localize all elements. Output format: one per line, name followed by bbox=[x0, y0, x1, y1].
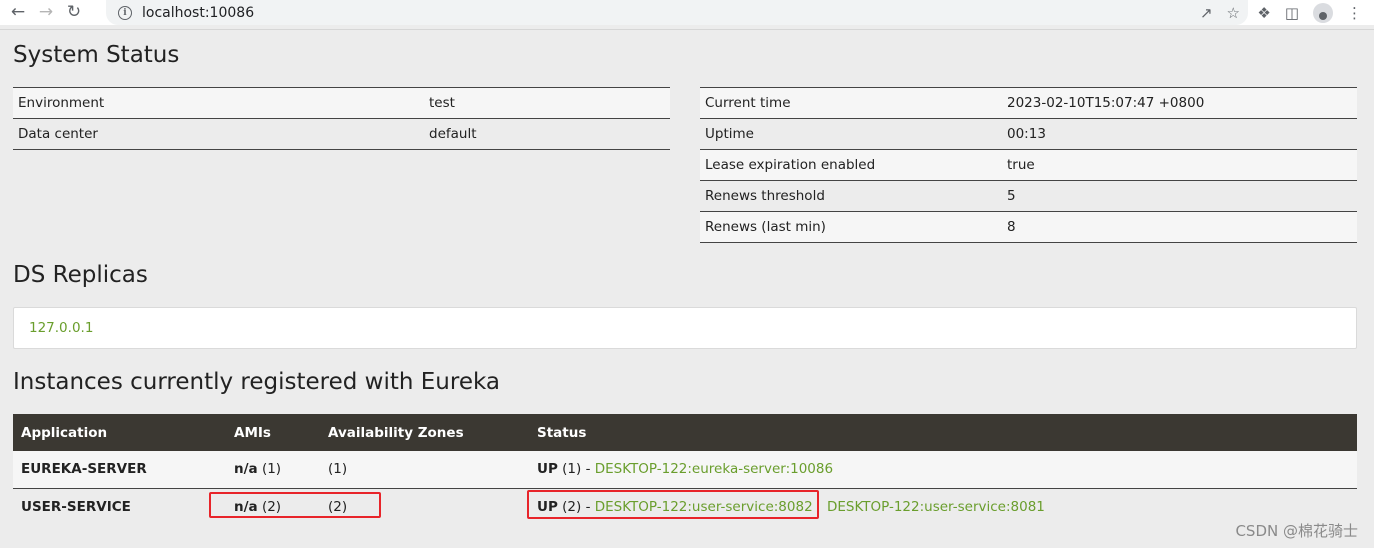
back-arrow-icon[interactable]: ← bbox=[4, 0, 32, 25]
status-up: UP bbox=[537, 461, 558, 478]
instance-link[interactable]: DESKTOP-122:user-service:8082 bbox=[595, 499, 813, 515]
table-row: Lease expiration enabled true bbox=[700, 149, 1357, 181]
site-info-icon[interactable]: i bbox=[118, 5, 132, 20]
current-time-label: Current time bbox=[700, 87, 1002, 119]
col-availability-zones: Availability Zones bbox=[320, 414, 529, 451]
replica-link[interactable]: 127.0.0.1 bbox=[29, 320, 93, 336]
csdn-watermark: CSDN @棉花骑士 bbox=[1235, 522, 1358, 540]
renews-last-min-value: 8 bbox=[1002, 211, 1357, 243]
bookmark-star-icon[interactable]: ☆ bbox=[1227, 4, 1240, 22]
menu-kebab-icon[interactable]: ⋮ bbox=[1347, 4, 1362, 22]
share-icon[interactable]: ↗ bbox=[1200, 4, 1213, 22]
col-amis: AMIs bbox=[226, 414, 320, 451]
system-status-right-table: Current time 2023-02-10T15:07:47 +0800 U… bbox=[700, 87, 1357, 243]
address-bar[interactable]: i localhost:10086 ↗ ☆ bbox=[106, 0, 1248, 25]
ds-replicas-list: 127.0.0.1 bbox=[13, 307, 1357, 349]
lease-expiration-label: Lease expiration enabled bbox=[700, 149, 1002, 181]
renews-threshold-label: Renews threshold bbox=[700, 180, 1002, 212]
instances-heading: Instances currently registered with Eure… bbox=[13, 369, 500, 395]
system-status-heading: System Status bbox=[13, 42, 180, 68]
renews-last-min-label: Renews (last min) bbox=[700, 211, 1002, 243]
table-row: Data center default bbox=[13, 118, 670, 150]
eureka-dashboard: System Status Environment test Data cent… bbox=[0, 30, 1374, 548]
application-name: USER-SERVICE bbox=[21, 498, 131, 515]
data-center-value: default bbox=[424, 118, 670, 150]
profile-avatar-icon[interactable] bbox=[1313, 2, 1333, 23]
instances-table: Application AMIs Availability Zones Stat… bbox=[13, 414, 1357, 525]
environment-value: test bbox=[424, 87, 670, 119]
amis-count: (2) bbox=[257, 498, 282, 515]
address-url[interactable]: localhost:10086 bbox=[142, 5, 254, 21]
table-row: Current time 2023-02-10T15:07:47 +0800 bbox=[700, 87, 1357, 119]
browser-toolbar: ← → ↻ i localhost:10086 ↗ ☆ ❖ ◫ ⋮ bbox=[0, 0, 1374, 25]
system-status-left-table: Environment test Data center default bbox=[13, 87, 670, 150]
data-center-label: Data center bbox=[13, 118, 424, 150]
lease-expiration-value: true bbox=[1002, 149, 1357, 181]
zones-value: (1) bbox=[320, 451, 529, 489]
ds-replicas-heading: DS Replicas bbox=[13, 262, 148, 288]
uptime-value: 00:13 bbox=[1002, 118, 1357, 150]
amis-count: (1) bbox=[257, 461, 282, 478]
zones-value: (2) bbox=[320, 488, 529, 525]
instances-header-row: Application AMIs Availability Zones Stat… bbox=[13, 414, 1357, 451]
extensions-puzzle-icon[interactable]: ❖ bbox=[1257, 4, 1270, 22]
col-status: Status bbox=[529, 414, 1357, 451]
reload-icon[interactable]: ↻ bbox=[60, 0, 88, 25]
amis-value: n/a bbox=[234, 498, 258, 515]
table-row: Renews threshold 5 bbox=[700, 180, 1357, 212]
current-time-value: 2023-02-10T15:07:47 +0800 bbox=[1002, 87, 1357, 119]
instance-link[interactable]: DESKTOP-122:user-service:8081 bbox=[827, 499, 1045, 515]
col-application: Application bbox=[13, 414, 226, 451]
status-count: (1) - bbox=[557, 461, 595, 478]
uptime-label: Uptime bbox=[700, 118, 1002, 150]
table-row: Renews (last min) 8 bbox=[700, 211, 1357, 243]
side-panel-icon[interactable]: ◫ bbox=[1285, 4, 1299, 22]
table-row: EUREKA-SERVER n/a (1) (1) UP (1) - DESKT… bbox=[13, 451, 1357, 489]
instance-link[interactable]: DESKTOP-122:eureka-server:10086 bbox=[595, 461, 833, 477]
renews-threshold-value: 5 bbox=[1002, 180, 1357, 212]
application-name: EUREKA-SERVER bbox=[21, 461, 147, 478]
amis-value: n/a bbox=[234, 461, 258, 478]
forward-arrow-icon[interactable]: → bbox=[32, 0, 60, 25]
table-row: USER-SERVICE n/a (2) (2) UP (2) - DESKTO… bbox=[13, 488, 1357, 525]
status-up: UP bbox=[537, 498, 558, 515]
table-row: Uptime 00:13 bbox=[700, 118, 1357, 150]
table-row: Environment test bbox=[13, 87, 670, 119]
environment-label: Environment bbox=[13, 87, 424, 119]
status-count: (2) - bbox=[557, 498, 595, 515]
